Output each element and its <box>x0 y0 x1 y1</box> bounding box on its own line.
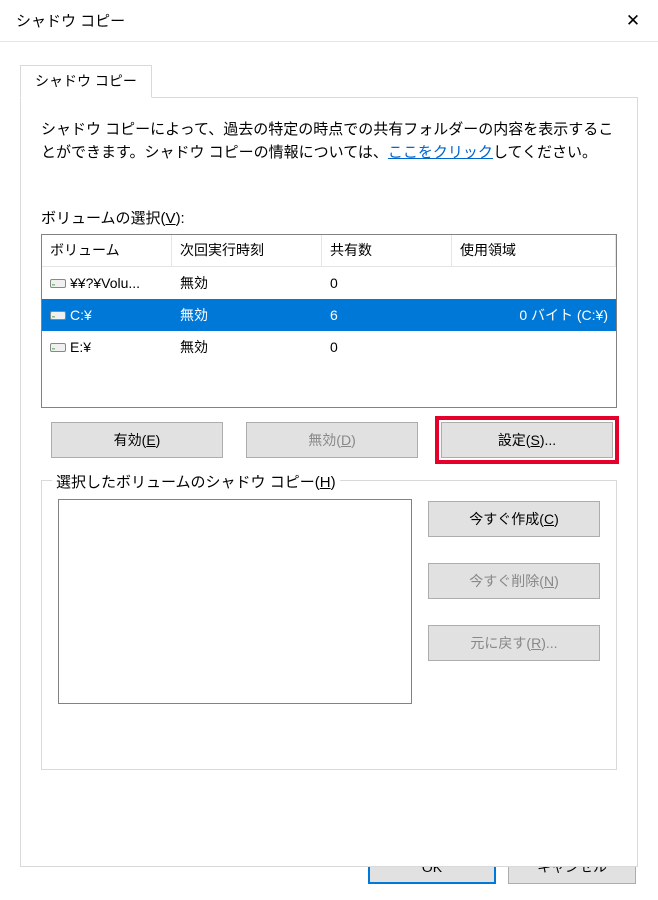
table-row[interactable]: ¥¥?¥Volu... 無効 0 <box>42 267 616 299</box>
cell-used <box>452 331 616 363</box>
cell-shares: 6 <box>322 299 452 331</box>
table-row[interactable]: C:¥ 無効 6 0 バイト (C:¥) <box>42 299 616 331</box>
delete-now-button: 今すぐ削除(N) <box>428 563 600 599</box>
cell-next-run: 無効 <box>172 299 322 331</box>
settings-button[interactable]: 設定(S)... <box>441 422 613 458</box>
close-icon[interactable]: ✕ <box>608 0 658 42</box>
col-next-run[interactable]: 次回実行時刻 <box>172 235 322 266</box>
cell-shares: 0 <box>322 267 452 299</box>
fieldset-legend: 選択したボリュームのシャドウ コピー(H) <box>52 471 340 492</box>
shadow-copies-fieldset: 選択したボリュームのシャドウ コピー(H) 今すぐ作成(C) 今すぐ削除(N) … <box>41 480 617 770</box>
window-title: シャドウ コピー <box>16 10 608 31</box>
intro-link[interactable]: ここをクリック <box>388 144 493 161</box>
drive-icon <box>50 341 66 353</box>
tab-shadow-copy[interactable]: シャドウ コピー <box>20 65 152 98</box>
intro-after: してください。 <box>493 144 597 161</box>
cell-next-run: 無効 <box>172 267 322 299</box>
listview-header: ボリューム 次回実行時刻 共有数 使用領域 <box>42 235 616 267</box>
title-bar: シャドウ コピー ✕ <box>0 0 658 42</box>
cell-volume: ¥¥?¥Volu... <box>42 267 172 299</box>
create-now-button[interactable]: 今すぐ作成(C) <box>428 501 600 537</box>
cell-next-run: 無効 <box>172 331 322 363</box>
cell-used: 0 バイト (C:¥) <box>452 299 616 331</box>
table-row[interactable]: E:¥ 無効 0 <box>42 331 616 363</box>
col-volume[interactable]: ボリューム <box>42 235 172 266</box>
dialog-content: シャドウ コピー シャドウ コピーによって、過去の特定の時点での共有フォルダーの… <box>0 42 658 867</box>
enable-button[interactable]: 有効(E) <box>51 422 223 458</box>
cell-volume: C:¥ <box>42 299 172 331</box>
disable-button: 無効(D) <box>246 422 418 458</box>
shadow-copies-side-buttons: 今すぐ作成(C) 今すぐ削除(N) 元に戻す(R)... <box>428 499 600 751</box>
volume-select-label: ボリュームの選択(V): <box>41 207 617 228</box>
col-shares[interactable]: 共有数 <box>322 235 452 266</box>
drive-icon <box>50 309 66 321</box>
drive-icon <box>50 277 66 289</box>
intro-text: シャドウ コピーによって、過去の特定の時点での共有フォルダーの内容を表示すること… <box>41 118 617 165</box>
cell-used <box>452 267 616 299</box>
col-used[interactable]: 使用領域 <box>452 235 616 266</box>
volume-listview[interactable]: ボリューム 次回実行時刻 共有数 使用領域 ¥¥?¥Volu... 無効 0 <box>41 234 617 408</box>
tab-strip: シャドウ コピー <box>20 65 638 98</box>
revert-button: 元に戻す(R)... <box>428 625 600 661</box>
volume-button-row: 有効(E) 無効(D) 設定(S)... <box>41 408 617 458</box>
tab-panel: シャドウ コピーによって、過去の特定の時点での共有フォルダーの内容を表示すること… <box>20 97 638 867</box>
cell-volume: E:¥ <box>42 331 172 363</box>
shadow-copies-listbox[interactable] <box>58 499 412 704</box>
cell-shares: 0 <box>322 331 452 363</box>
